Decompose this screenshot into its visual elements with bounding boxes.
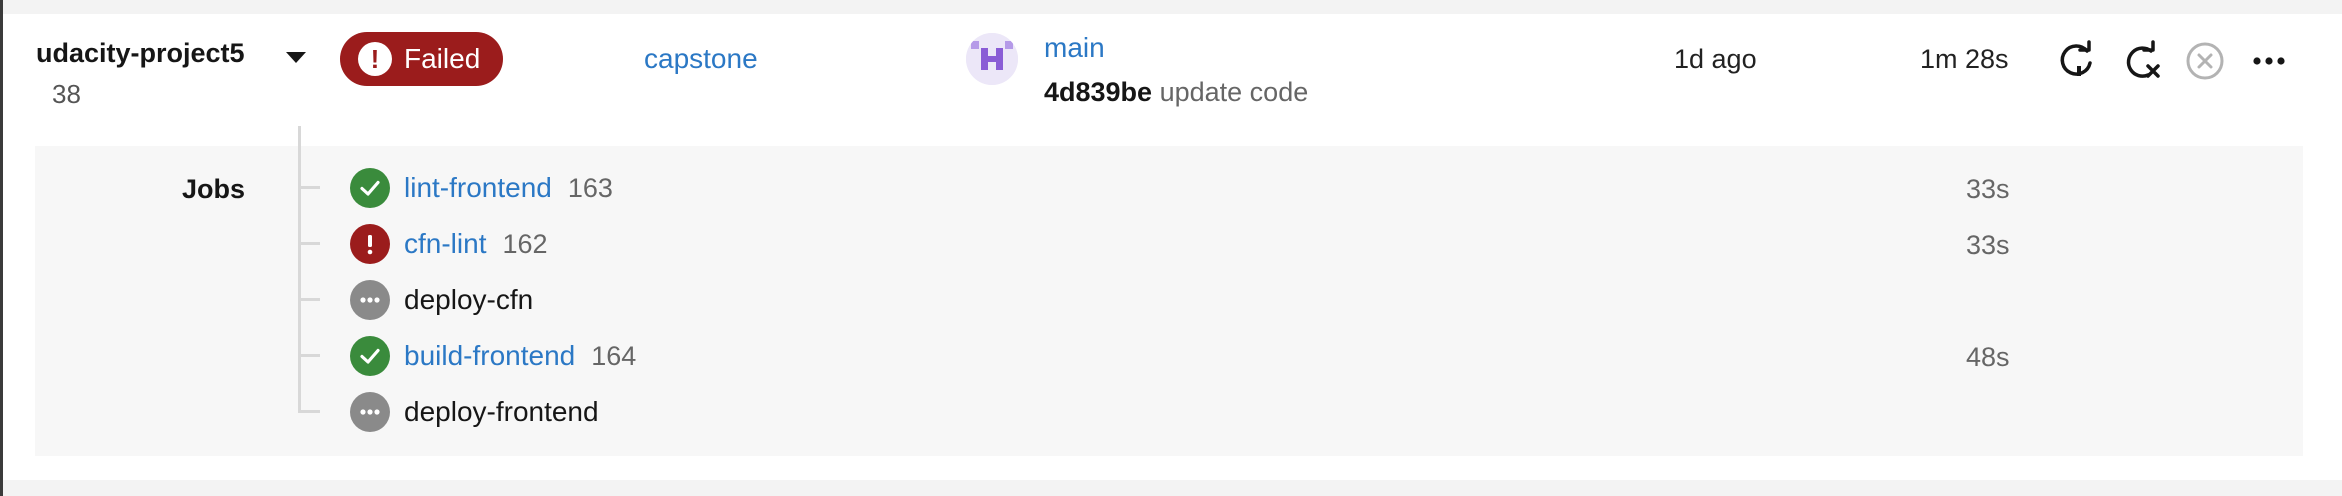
job-number: 163 <box>567 172 613 203</box>
job-row[interactable]: cfn-lint 162 <box>350 224 548 264</box>
cancel-button[interactable] <box>2182 38 2228 84</box>
job-row[interactable]: lint-frontend 163 <box>350 168 613 208</box>
pending-icon <box>350 280 390 320</box>
tree-line <box>298 126 301 413</box>
tree-branch <box>298 354 320 357</box>
check-icon <box>350 336 390 376</box>
job-name[interactable]: build-frontend <box>404 340 575 372</box>
job-name[interactable]: lint-frontend <box>404 172 552 204</box>
job-duration: 33s <box>1966 230 2010 260</box>
rerun-failed-button[interactable] <box>2118 38 2164 84</box>
pending-icon <box>350 392 390 432</box>
rerun-failed-icon <box>2126 40 2160 78</box>
job-name: deploy-cfn <box>404 284 534 315</box>
job-row[interactable]: deploy-cfn <box>350 280 533 320</box>
tree-branch <box>298 298 320 301</box>
workflow-link[interactable]: capstone <box>644 43 758 75</box>
status-label: Failed <box>404 43 481 74</box>
row-separator-bottom <box>3 480 2342 496</box>
job-duration: 33s <box>1966 174 2010 204</box>
branch-link[interactable]: main <box>1044 32 1105 64</box>
avatar <box>966 33 1018 85</box>
check-icon <box>350 168 390 208</box>
job-number: 162 <box>502 228 548 259</box>
rerun-button[interactable] <box>2054 38 2100 84</box>
more-button[interactable] <box>2246 38 2292 84</box>
job-number: 164 <box>591 340 637 371</box>
commit-sha[interactable]: 4d839be <box>1044 77 1152 107</box>
project-name[interactable]: udacity-project5 <box>36 38 245 69</box>
job-duration: 48s <box>1966 342 2010 372</box>
more-icon <box>2253 57 2285 65</box>
commit-info: 4d839be update code <box>1044 77 1308 108</box>
pipeline-number: 38 <box>52 79 81 109</box>
cancel-icon <box>2186 42 2224 80</box>
chevron-down-icon[interactable] <box>286 52 306 63</box>
time-ago: 1d ago <box>1674 44 1757 74</box>
tree-branch <box>298 186 320 189</box>
window-edge <box>0 0 3 496</box>
status-badge[interactable]: ! Failed <box>340 32 503 86</box>
tree-branch <box>298 242 320 245</box>
rerun-icon <box>2060 40 2092 76</box>
job-name[interactable]: cfn-lint <box>404 228 486 260</box>
jobs-label: Jobs <box>182 174 246 204</box>
commit-message: update code <box>1159 77 1309 107</box>
row-separator-top <box>3 0 2342 14</box>
job-name: deploy-frontend <box>404 396 599 427</box>
tree-branch <box>298 410 320 413</box>
pipeline-duration: 1m 28s <box>1920 44 2009 74</box>
alert-icon: ! <box>358 42 392 76</box>
job-row[interactable]: deploy-frontend <box>350 392 599 432</box>
alert-icon <box>350 224 390 264</box>
job-row[interactable]: build-frontend 164 <box>350 336 636 376</box>
